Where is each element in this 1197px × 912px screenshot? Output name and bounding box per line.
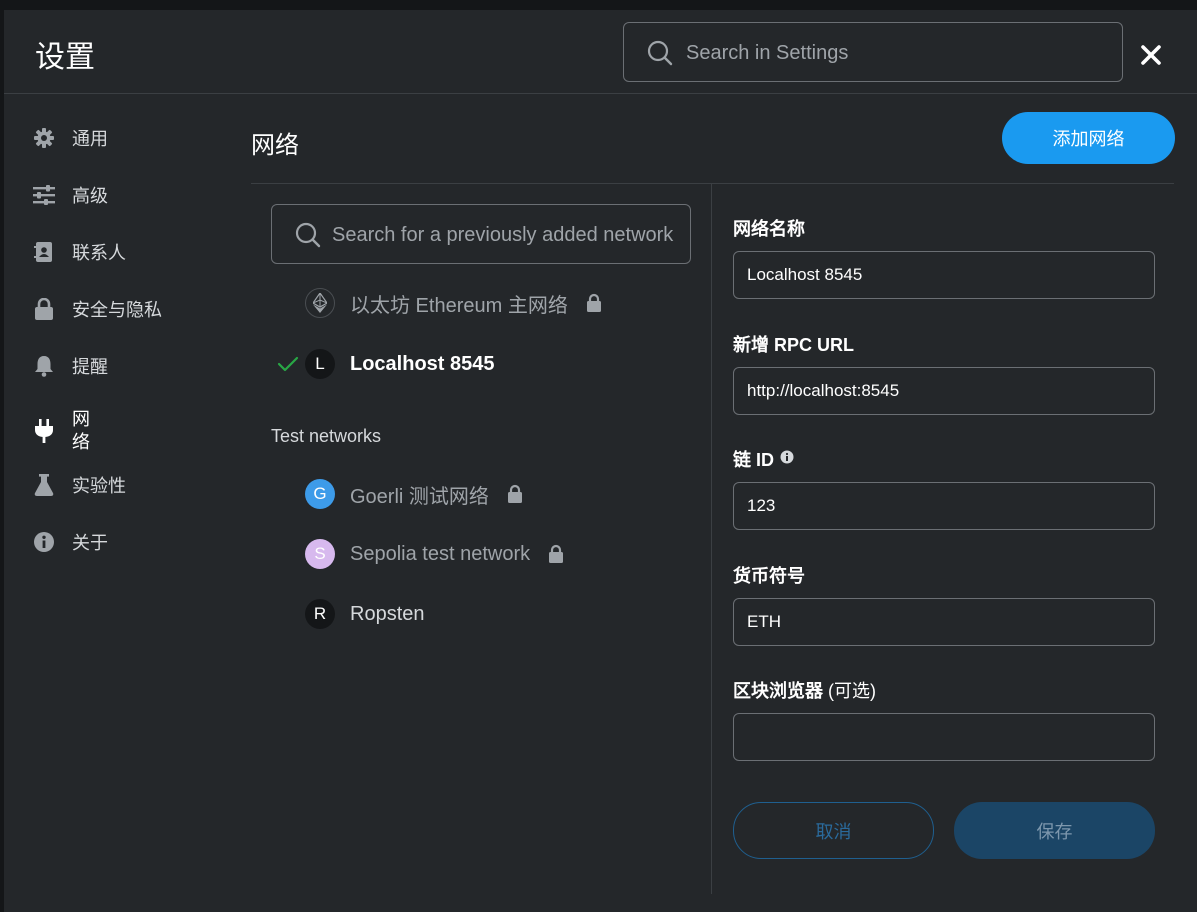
- close-icon[interactable]: [1140, 44, 1162, 66]
- settings-search-input[interactable]: [686, 35, 1106, 71]
- info-icon: [32, 530, 56, 554]
- sidebar-item-experimental[interactable]: 实验性: [32, 465, 126, 505]
- network-avatar: R: [305, 599, 335, 629]
- divider: [711, 184, 712, 894]
- network-name: Ropsten: [350, 602, 425, 625]
- network-avatar: G: [305, 479, 335, 509]
- network-name-field[interactable]: [733, 251, 1155, 299]
- sidebar-item-label: 实验性: [72, 476, 126, 496]
- network-item-localhost[interactable]: L Localhost 8545: [271, 344, 691, 384]
- lock-icon: [549, 544, 564, 563]
- network-item-ropsten[interactable]: R Ropsten: [271, 594, 691, 634]
- network-name: Sepolia test network: [350, 542, 531, 565]
- lock-icon: [507, 484, 522, 503]
- network-name: Goerli 测试网络: [350, 485, 489, 508]
- flask-icon: [32, 473, 56, 497]
- search-icon: [647, 40, 673, 66]
- settings-search[interactable]: [623, 22, 1123, 82]
- test-networks-header: Test networks: [271, 426, 382, 446]
- divider: [251, 183, 1174, 184]
- check-icon: [271, 349, 305, 379]
- add-network-button[interactable]: 添加网络: [1002, 112, 1175, 164]
- lock-icon: [32, 297, 56, 321]
- contact-book-icon: [32, 240, 56, 264]
- chain-id-field[interactable]: [733, 482, 1155, 530]
- sidebar-item-contacts[interactable]: 联系人: [32, 232, 126, 272]
- search-icon: [295, 222, 321, 248]
- ethereum-icon: [305, 288, 335, 318]
- sidebar-item-label: 网络: [72, 409, 90, 452]
- networks-panel: 网络 添加网络 以太坊 Ethereum 主网络 L Localhost 854…: [250, 94, 1197, 912]
- network-name: Localhost 8545: [350, 352, 495, 375]
- chain-id-label-row: 链 ID: [733, 446, 794, 472]
- settings-sidebar: 通用 高级 联系人 安全与隐私 提醒 网络 实验性 关于: [4, 94, 234, 912]
- network-avatar: S: [305, 539, 335, 569]
- network-avatar: L: [305, 349, 335, 379]
- network-search[interactable]: [271, 204, 691, 264]
- page-title: 设置: [35, 41, 95, 74]
- sliders-icon: [32, 183, 56, 207]
- info-icon[interactable]: [780, 450, 794, 464]
- sidebar-item-networks[interactable]: 网络: [32, 401, 92, 461]
- sidebar-item-label: 提醒: [72, 357, 108, 377]
- network-item-ethereum[interactable]: 以太坊 Ethereum 主网络: [271, 283, 691, 323]
- sidebar-item-general[interactable]: 通用: [32, 118, 108, 158]
- network-name-label: 网络名称: [733, 219, 805, 239]
- plug-icon: [32, 419, 56, 443]
- sidebar-item-label: 联系人: [72, 243, 126, 263]
- optional-tag: (可选): [828, 681, 877, 701]
- settings-window: 设置 通用 高级: [4, 10, 1197, 912]
- rpc-url-field[interactable]: [733, 367, 1155, 415]
- cancel-button[interactable]: 取消: [733, 802, 934, 859]
- chain-id-label: 链 ID: [733, 450, 775, 470]
- network-name: 以太坊 Ethereum 主网络: [350, 294, 568, 317]
- currency-symbol-label: 货币符号: [733, 566, 805, 586]
- sidebar-item-alerts[interactable]: 提醒: [32, 346, 108, 386]
- block-explorer-label: 区块浏览器: [733, 681, 823, 701]
- network-item-sepolia[interactable]: S Sepolia test network: [271, 534, 691, 574]
- section-title: 网络: [251, 132, 299, 159]
- settings-header: 设置: [4, 10, 1197, 94]
- network-search-input[interactable]: [332, 217, 682, 253]
- sidebar-item-advanced[interactable]: 高级: [32, 175, 108, 215]
- sidebar-item-label: 关于: [72, 533, 108, 553]
- currency-symbol-field[interactable]: [733, 598, 1155, 646]
- lock-icon: [586, 293, 601, 312]
- sidebar-item-label: 安全与隐私: [72, 300, 162, 320]
- bell-icon: [32, 354, 56, 378]
- sidebar-item-label: 高级: [72, 186, 108, 206]
- rpc-url-label: 新增 RPC URL: [733, 335, 854, 355]
- gear-icon: [32, 126, 56, 150]
- block-explorer-field[interactable]: [733, 713, 1155, 761]
- block-explorer-label-row: 区块浏览器 (可选): [733, 677, 876, 703]
- sidebar-item-about[interactable]: 关于: [32, 522, 108, 562]
- save-button[interactable]: 保存: [954, 802, 1155, 859]
- sidebar-item-security[interactable]: 安全与隐私: [32, 289, 162, 329]
- sidebar-item-label: 通用: [72, 129, 108, 149]
- network-item-goerli[interactable]: G Goerli 测试网络: [271, 474, 691, 514]
